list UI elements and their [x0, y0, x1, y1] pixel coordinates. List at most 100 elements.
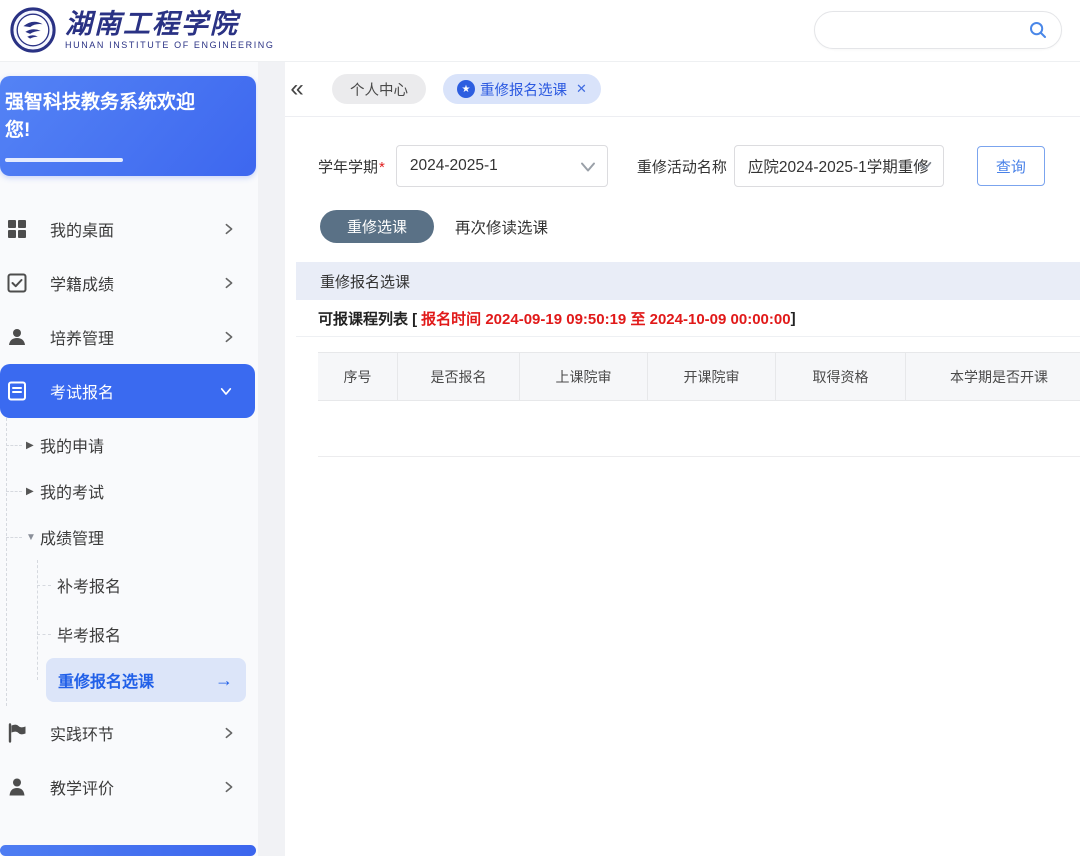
sidebar-horizontal-scrollbar[interactable] — [0, 845, 256, 856]
column-header-registered: 是否报名 — [398, 353, 520, 400]
search-icon[interactable] — [1028, 20, 1048, 40]
tab-label: 重修报名选课 — [480, 79, 567, 100]
chevron-right-icon — [222, 222, 236, 236]
column-header-offering-college-review: 开课院审 — [648, 353, 776, 400]
sidebar-item-label: 培养管理 — [50, 325, 222, 349]
university-logo: 湖南工程学院 HUNAN INSTITUTE OF ENGINEERING — [10, 7, 275, 53]
sidebar-menu: 我的桌面 学籍成绩 培养管理 — [0, 202, 258, 814]
sidebar-item-label: 学籍成绩 — [50, 271, 222, 295]
arrow-right-icon: → — [215, 670, 233, 691]
tree-guide-dash — [37, 585, 51, 586]
submenu-item-graduation-exam-registration[interactable]: 毕考报名 — [37, 609, 258, 658]
select-chevron-down-icon — [916, 157, 934, 180]
table-header-row: 序号 是否报名 上课院审 开课院审 取得资格 本学期是否开课 — [318, 352, 1080, 401]
submenu-item-label: 成绩管理 — [40, 525, 104, 549]
teacher-person-icon — [6, 326, 28, 348]
caret-collapsed-icon[interactable]: ▶ — [26, 486, 40, 497]
submenu-item-makeup-exam-registration[interactable]: 补考报名 — [37, 560, 258, 609]
submenu-item-label: 我的考试 — [40, 479, 104, 503]
app-window: 湖南工程学院 HUNAN INSTITUTE OF ENGINEERING 强智… — [0, 0, 1080, 856]
submenu-item-label: 毕考报名 — [57, 622, 121, 646]
logo-text-block: 湖南工程学院 HUNAN INSTITUTE OF ENGINEERING — [65, 10, 275, 50]
tab-personal-center[interactable]: 个人中心 — [332, 74, 426, 104]
available-courses-table: 序号 是否报名 上课院审 开课院审 取得资格 本学期是否开课 — [318, 352, 1080, 457]
semester-select[interactable]: 2024-2025-1 — [396, 145, 608, 187]
open-tabs-bar: « 个人中心 ★ 重修报名选课 ✕ — [285, 62, 1080, 117]
sidebar: 强智科技教务系统欢迎您! 我的桌面 学籍成绩 — [0, 62, 258, 856]
tree-guide-dash — [6, 445, 22, 446]
submenu-item-label: 重修报名选课 — [58, 668, 154, 692]
sidebar-item-training-management[interactable]: 培养管理 — [0, 310, 258, 364]
top-header: 湖南工程学院 HUNAN INSTITUTE OF ENGINEERING — [0, 0, 1080, 62]
tree-guide-dash — [6, 491, 22, 492]
collapse-tabs-icon[interactable]: « — [285, 75, 309, 103]
activity-select[interactable]: 应院2024-2025-1学期重修 — [734, 145, 944, 187]
sidebar-item-practice-sessions[interactable]: 实践环节 — [0, 706, 258, 760]
sidebar-item-label: 实践环节 — [50, 721, 222, 745]
chevron-right-icon — [222, 780, 236, 794]
chevron-down-icon — [219, 384, 233, 398]
sidebar-item-label: 我的桌面 — [50, 217, 222, 241]
panel-title: 重修报名选课 — [320, 271, 410, 292]
subtab-label: 重修选课 — [347, 216, 407, 237]
subtab-restudy-selection[interactable]: 再次修读选课 — [455, 216, 548, 238]
filter-row: 学年学期* 2024-2025-1 重修活动名称 应院2024-2025-1学期… — [318, 145, 1080, 187]
close-tab-icon[interactable]: ✕ — [576, 81, 587, 97]
activity-label: 重修活动名称 — [637, 156, 727, 177]
logo-name-en: HUNAN INSTITUTE OF ENGINEERING — [65, 40, 275, 50]
person-icon — [6, 776, 28, 798]
caret-expanded-icon[interactable]: ▼ — [26, 532, 40, 543]
sidebar-item-exam-registration[interactable]: 考试报名 — [0, 364, 255, 418]
flag-icon — [6, 722, 28, 744]
course-selection-subtabs: 重修选课 再次修读选课 — [320, 210, 1080, 243]
tree-guide-dash — [6, 537, 22, 538]
submenu-item-my-exams[interactable]: ▶ 我的考试 — [0, 468, 258, 514]
sidebar-item-label: 教学评价 — [50, 775, 222, 799]
chevron-right-icon — [222, 726, 236, 740]
submenu-item-retake-registration-selected[interactable]: 重修报名选课 → — [46, 658, 246, 702]
column-header-offered-this-semester: 本学期是否开课 — [906, 353, 1080, 400]
sidebar-item-student-records[interactable]: 学籍成绩 — [0, 256, 258, 310]
table-empty-body — [318, 401, 1080, 457]
submenu-item-label: 补考报名 — [57, 573, 121, 597]
course-list-label: 可报课程列表 [ — [318, 308, 417, 329]
pinned-star-icon: ★ — [457, 80, 475, 98]
submenu-item-my-applications[interactable]: ▶ 我的申请 — [0, 422, 258, 468]
activity-select-value: 应院2024-2025-1学期重修 — [735, 155, 929, 177]
search-input[interactable] — [815, 22, 1028, 38]
grade-management-children: 补考报名 毕考报名 重修报名选课 → — [37, 560, 258, 702]
logo-name-cn: 湖南工程学院 — [65, 10, 275, 38]
subtab-retake-selection-active[interactable]: 重修选课 — [320, 210, 434, 243]
registration-time-note: 可报课程列表 [ 报名时间 2024-09-19 09:50:19 至 2024… — [296, 300, 1080, 337]
desktop-grid-icon — [6, 218, 28, 240]
caret-collapsed-icon[interactable]: ▶ — [26, 440, 40, 451]
main-content: « 个人中心 ★ 重修报名选课 ✕ 学年学期* 2024-2025-1 重修活动… — [285, 62, 1080, 856]
required-asterisk: * — [379, 159, 385, 176]
query-button[interactable]: 查询 — [977, 146, 1045, 186]
exam-form-icon — [6, 380, 28, 402]
chevron-right-icon — [222, 330, 236, 344]
panel-title-bar: 重修报名选课 — [296, 262, 1080, 300]
column-header-class-college-review: 上课院审 — [520, 353, 648, 400]
chevron-right-icon — [222, 276, 236, 290]
semester-label: 学年学期* — [318, 156, 385, 177]
sidebar-item-teaching-evaluation[interactable]: 教学评价 — [0, 760, 258, 814]
welcome-underline — [5, 158, 123, 162]
sidebar-item-my-desktop[interactable]: 我的桌面 — [0, 202, 258, 256]
tree-guide-dash — [37, 634, 51, 635]
submenu-item-label: 我的申请 — [40, 433, 104, 457]
column-header-index: 序号 — [318, 353, 398, 400]
sidebar-item-label: 考试报名 — [50, 379, 219, 403]
exam-registration-submenu: ▶ 我的申请 ▶ 我的考试 ▼ 成绩管理 补考 — [0, 418, 258, 706]
submenu-item-grade-management[interactable]: ▼ 成绩管理 — [0, 514, 258, 560]
semester-select-value: 2024-2025-1 — [397, 157, 498, 175]
course-list-label-suffix: ] — [791, 310, 796, 327]
welcome-message: 强智科技教务系统欢迎您! — [5, 89, 207, 144]
tab-retake-registration-active[interactable]: ★ 重修报名选课 ✕ — [443, 74, 601, 104]
university-emblem-icon — [10, 7, 56, 53]
global-search — [814, 11, 1062, 49]
tab-label: 个人中心 — [350, 79, 408, 100]
sidebar-main-divider — [258, 62, 285, 856]
select-chevron-down-icon — [578, 157, 598, 182]
welcome-card: 强智科技教务系统欢迎您! — [0, 76, 256, 176]
